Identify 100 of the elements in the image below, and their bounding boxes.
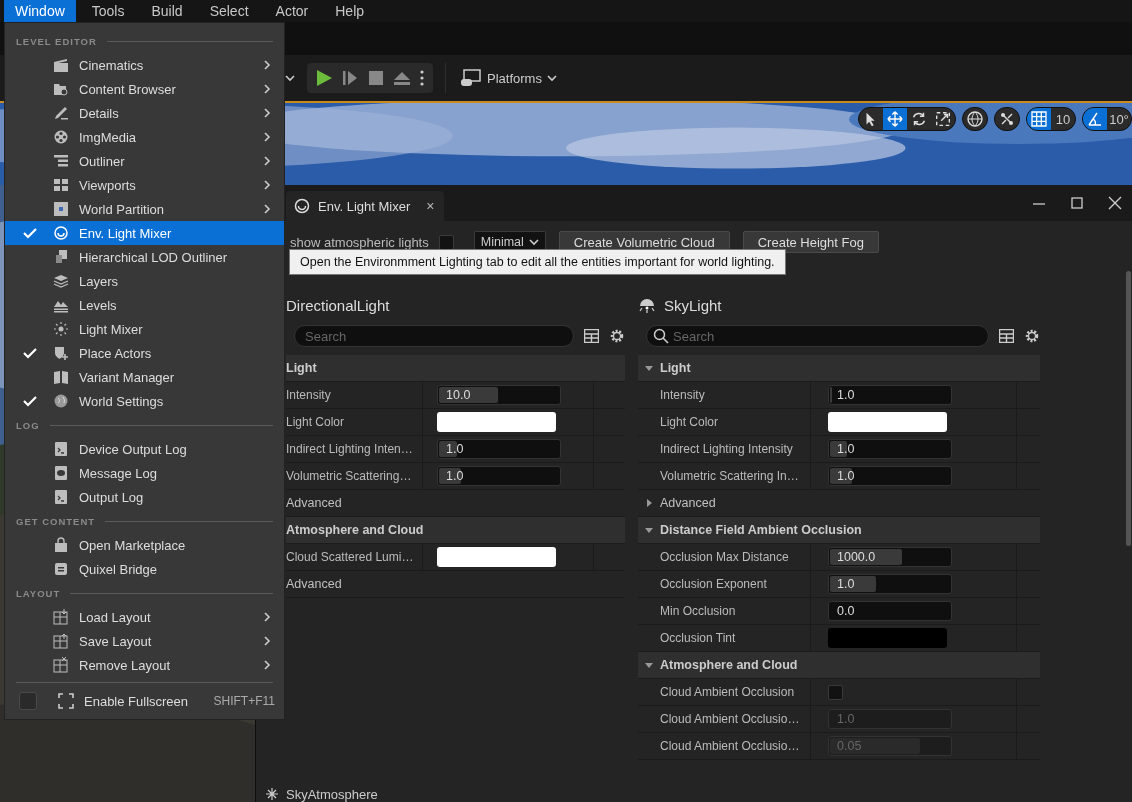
- menu-item[interactable]: Open Marketplace: [5, 533, 284, 557]
- layout-icon: [53, 657, 69, 673]
- menu-item[interactable]: Variant Manager: [5, 365, 284, 389]
- property-label: Indirect Lighting Intensity: [660, 442, 794, 456]
- menu-item[interactable]: Save Layout: [5, 629, 284, 653]
- menu-title[interactable]: Tools: [80, 0, 136, 22]
- section-header[interactable]: Light: [660, 361, 691, 375]
- property-label: Cloud Ambient Occlusio…: [660, 712, 801, 726]
- menu-item[interactable]: Env. Light Mixer: [5, 221, 284, 245]
- menu-section-title: LEVEL EDITOR: [16, 35, 97, 47]
- group-header[interactable]: Advanced: [286, 496, 342, 510]
- group-header[interactable]: Advanced: [286, 577, 342, 591]
- tab-close-button[interactable]: ×: [426, 198, 435, 214]
- collapsed-arrow-icon[interactable]: [644, 498, 654, 508]
- platforms-menu[interactable]: Platforms: [458, 65, 559, 91]
- grid-icon: [53, 201, 69, 217]
- fullscreen-icon: [58, 693, 74, 709]
- box-icon: [53, 561, 69, 577]
- maximize-icon[interactable]: [1070, 196, 1084, 210]
- property-label: Light Color: [660, 415, 720, 429]
- scrollbar[interactable]: [1126, 271, 1131, 546]
- number-field[interactable]: 0.0: [828, 601, 952, 621]
- section-header[interactable]: Light: [286, 361, 317, 375]
- color-swatch[interactable]: [828, 412, 947, 432]
- play-icon[interactable]: [315, 69, 333, 87]
- terminal-icon: [53, 489, 69, 505]
- number-field[interactable]: 1.0: [437, 466, 561, 486]
- property-label: Volumetric Scattering…: [286, 469, 413, 483]
- number-field[interactable]: 1.0: [828, 574, 952, 594]
- menu-item[interactable]: Hierarchical LOD Outliner: [5, 245, 284, 269]
- property-label: Occlusion Exponent: [660, 577, 768, 591]
- number-field[interactable]: 1.0: [828, 466, 952, 486]
- table-icon[interactable]: [584, 329, 599, 343]
- menu-item[interactable]: Light Mixer: [5, 317, 284, 341]
- menu-title[interactable]: Actor: [264, 0, 320, 22]
- menu-item[interactable]: Quixel Bridge: [5, 557, 284, 581]
- menu-item[interactable]: Layers: [5, 269, 284, 293]
- search-field[interactable]: Search: [294, 325, 574, 347]
- expanded-arrow-icon[interactable]: [644, 660, 654, 670]
- group-header[interactable]: Advanced: [660, 496, 716, 510]
- step-forward-icon[interactable]: [341, 69, 359, 87]
- search-field[interactable]: Search: [646, 325, 989, 347]
- menu-title[interactable]: Help: [324, 0, 376, 22]
- property-label: Cloud Scattered Lumi…: [286, 550, 415, 564]
- menu-item[interactable]: Message Log: [5, 461, 284, 485]
- menu-item[interactable]: World Partition: [5, 197, 284, 221]
- eject-icon[interactable]: [393, 69, 411, 87]
- bag-icon: [53, 537, 69, 553]
- menu-item[interactable]: Device Output Log: [5, 437, 284, 461]
- menu-item[interactable]: Place Actors: [5, 341, 284, 365]
- panel-tab[interactable]: Env. Light Mixer ×: [286, 191, 445, 221]
- close-icon[interactable]: [1108, 196, 1122, 210]
- layout-icon: [53, 633, 69, 649]
- more-icon[interactable]: [419, 69, 425, 87]
- chevron-down-icon[interactable]: [285, 73, 295, 83]
- color-swatch[interactable]: [437, 412, 556, 432]
- menu-section-title: LOG: [16, 419, 40, 431]
- number-field[interactable]: 1000.0: [828, 547, 952, 567]
- tooltip: Open the Environmment Lighting tab to edit all the entities important for world lighting.: [289, 249, 786, 275]
- shortcut-label: SHIFT+F11: [213, 694, 276, 708]
- sun-icon: [266, 788, 278, 800]
- menu-section-title: LAYOUT: [16, 587, 61, 599]
- property-label: Volumetric Scattering In…: [660, 469, 800, 483]
- number-field[interactable]: 1.0: [828, 385, 952, 405]
- color-swatch[interactable]: [828, 628, 947, 648]
- menu-item[interactable]: Enable Fullscreen SHIFT+F11: [5, 688, 284, 714]
- menu-title[interactable]: Select: [198, 0, 260, 22]
- menu-item[interactable]: Levels: [5, 293, 284, 317]
- layers-icon: [53, 273, 69, 289]
- settings-icon[interactable]: [1024, 328, 1040, 344]
- clapperboard-icon: [53, 57, 69, 73]
- option-label: show atmospheric lights: [290, 234, 429, 250]
- color-swatch[interactable]: [437, 547, 556, 567]
- section-header[interactable]: Atmosphere and Cloud: [660, 658, 798, 672]
- menu-title[interactable]: Window: [4, 0, 76, 22]
- property-label: Min Occlusion: [660, 604, 737, 618]
- property-label: Cloud Ambient Occlusio…: [660, 739, 801, 753]
- stop-icon[interactable]: [367, 69, 385, 87]
- menu-title[interactable]: Build: [140, 0, 194, 22]
- menu-item[interactable]: World Settings: [5, 389, 284, 413]
- checkbox[interactable]: [828, 684, 843, 700]
- menu-item[interactable]: Output Log: [5, 485, 284, 509]
- actor-title: DirectionalLight: [286, 296, 390, 314]
- number-field[interactable]: 1.0: [437, 439, 561, 459]
- chat-icon: [53, 465, 69, 481]
- expanded-arrow-icon[interactable]: [644, 525, 654, 535]
- checkbox[interactable]: [19, 692, 37, 710]
- number-field[interactable]: 10.0: [437, 385, 561, 405]
- number-field[interactable]: 1.0: [828, 439, 952, 459]
- menu-item[interactable]: Content Browser: [5, 77, 284, 101]
- expanded-arrow-icon[interactable]: [644, 363, 654, 373]
- menu-item[interactable]: Remove Layout: [5, 653, 284, 677]
- checkbox[interactable]: [438, 234, 454, 250]
- tab-label: Env. Light Mixer: [318, 198, 411, 214]
- create-button[interactable]: Create Height Fog: [742, 231, 879, 253]
- settings-icon[interactable]: [609, 328, 625, 344]
- menu-item[interactable]: Cinematics: [5, 53, 284, 77]
- layout-icon: [53, 609, 69, 625]
- table-icon[interactable]: [999, 329, 1014, 343]
- menu-item[interactable]: Load Layout: [5, 605, 284, 629]
